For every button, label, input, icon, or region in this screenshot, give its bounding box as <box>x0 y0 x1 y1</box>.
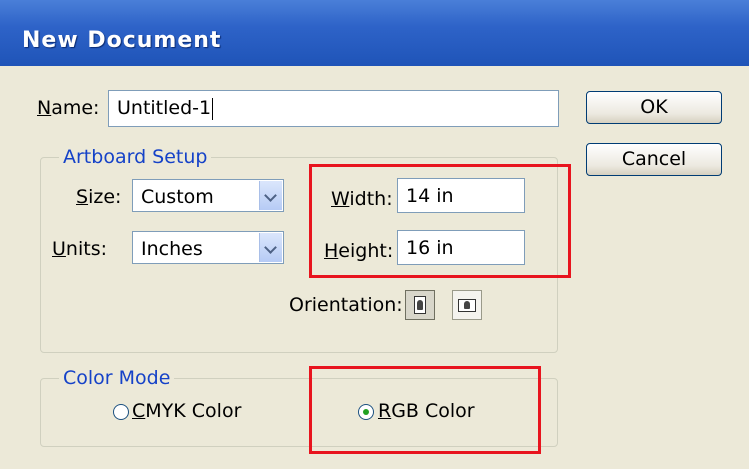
title-bar: New Document <box>0 0 749 67</box>
text-caret <box>212 97 214 120</box>
size-label: Size: <box>76 186 122 208</box>
person-icon <box>417 300 423 310</box>
portrait-orientation-button[interactable] <box>405 290 435 320</box>
cmyk-label[interactable]: CMYK Color <box>132 400 241 422</box>
rgb-color-highlight <box>309 366 541 454</box>
size-dropdown[interactable]: Custom <box>132 179 284 212</box>
units-dropdown[interactable]: Inches <box>132 231 284 264</box>
landscape-orientation-button[interactable] <box>452 290 482 320</box>
chevron-down-icon <box>264 241 277 254</box>
ok-button[interactable]: OK <box>586 91 722 124</box>
artboard-setup-legend: Artboard Setup <box>63 146 208 168</box>
units-dropdown-arrow[interactable] <box>259 233 282 262</box>
cmyk-radio[interactable] <box>113 404 129 420</box>
cancel-button[interactable]: Cancel <box>586 143 722 176</box>
units-label: Units: <box>52 238 107 260</box>
width-height-highlight <box>309 164 571 278</box>
chevron-down-icon <box>264 189 277 202</box>
person-icon <box>464 301 470 309</box>
name-label: Name: <box>37 97 100 119</box>
window-title: New Document <box>22 28 222 53</box>
orientation-label: Orientation: <box>289 294 403 316</box>
name-input[interactable]: Untitled-1 <box>108 90 559 127</box>
color-mode-legend: Color Mode <box>63 367 171 389</box>
size-dropdown-arrow[interactable] <box>259 181 282 210</box>
